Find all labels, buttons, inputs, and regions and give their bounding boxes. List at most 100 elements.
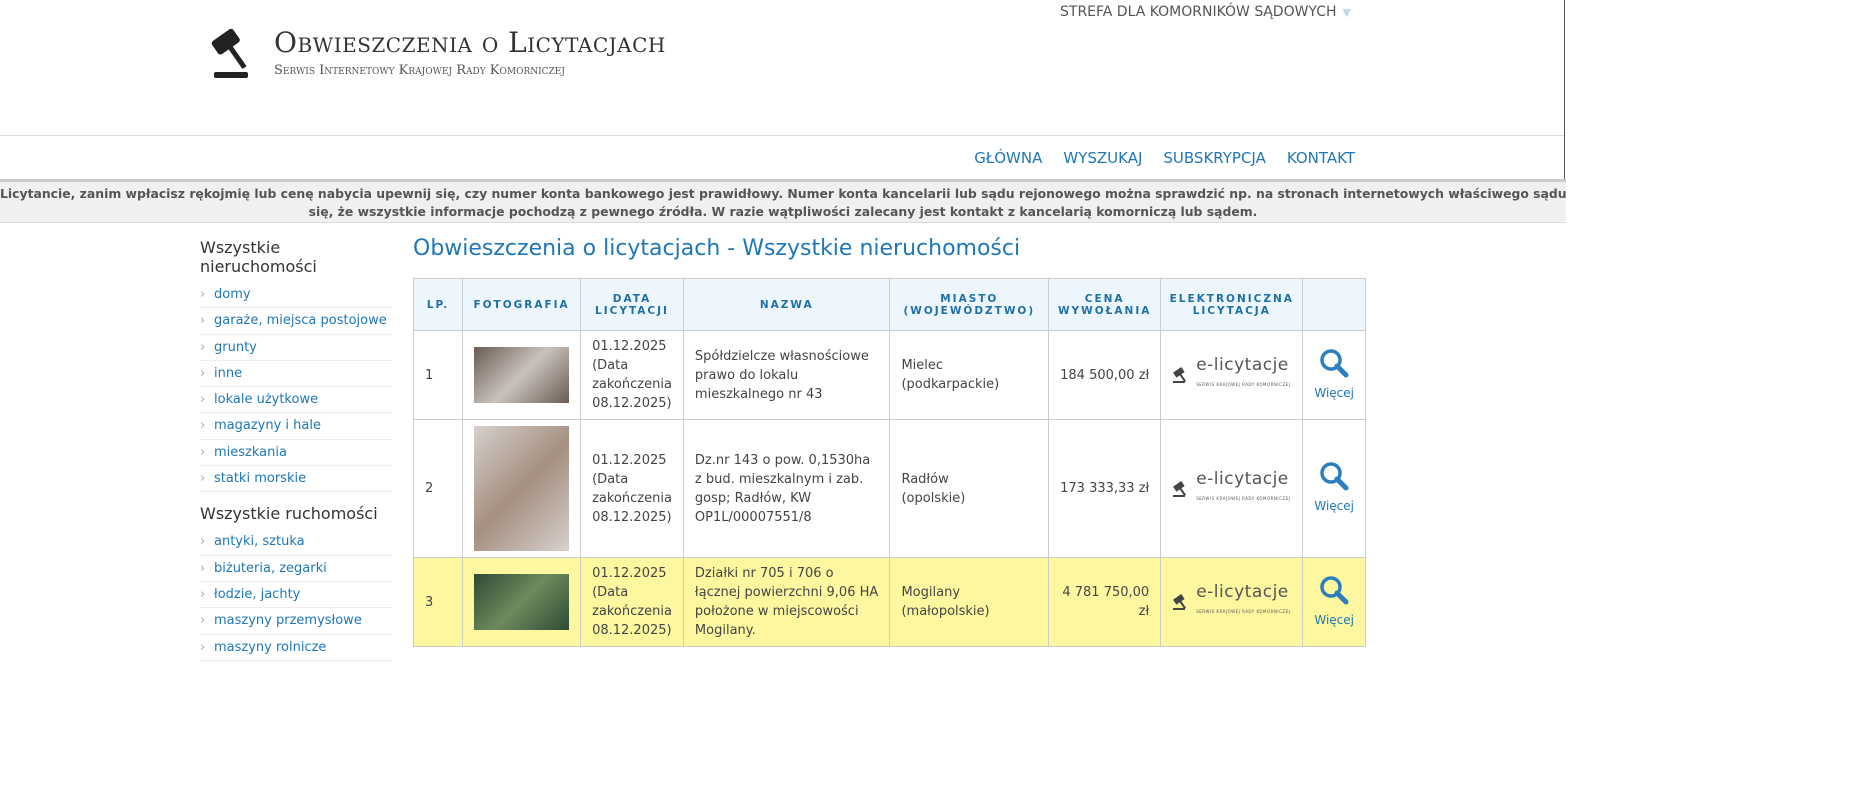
more-cell[interactable]: Więcej (1302, 557, 1366, 647)
photo-cell (462, 557, 582, 647)
sidebar-item[interactable]: łodzie, jachty (200, 582, 392, 609)
property-photo[interactable] (474, 347, 570, 403)
column-header: FOTOGRAFIA (462, 278, 582, 331)
price-cell: 4 781 750,00 zł (1048, 557, 1162, 647)
elicytacje-sub: SERWIS KRAJOWEJ RADY KOMORNICZEJ (1196, 609, 1291, 614)
column-header: CENA WYWOŁANIA (1048, 278, 1162, 331)
sidebar-item[interactable]: grunty (200, 335, 392, 361)
elicytacje-logo[interactable]: e-licytacje SERWIS KRAJOWEJ RADY KOMORNIC… (1172, 583, 1291, 621)
elicytacje-cell[interactable]: e-licytacje SERWIS KRAJOWEJ RADY KOMORNIC… (1160, 330, 1304, 420)
sidebar-item[interactable]: garaże, miejsca postojowe (200, 308, 392, 335)
main-nav: GŁÓWNA WYSZUKAJ SUBSKRYPCJA KONTAKT (974, 149, 1355, 167)
more-link[interactable]: Więcej (1314, 384, 1354, 403)
name-cell[interactable]: Dz.nr 143 o pow. 0,1530ha z bud. mieszka… (682, 419, 891, 558)
elicytacje-sub: SERWIS KRAJOWEJ RADY KOMORNICZEJ (1196, 382, 1291, 387)
column-header: MIASTO (WOJEWÓDZTWO) (889, 278, 1050, 331)
gavel-icon (211, 28, 248, 78)
bailiff-zone-menu[interactable]: STREFA DLA KOMORNIKÓW SĄDOWYCH ▼ (1060, 4, 1351, 20)
magnifier-icon (1320, 348, 1349, 377)
column-header (1302, 278, 1366, 331)
sidebar-item[interactable]: maszyny rolnicze (200, 635, 392, 661)
gavel-icon (1173, 367, 1187, 383)
region: (podkarpackie) (901, 377, 1000, 392)
property-photo[interactable] (474, 426, 570, 551)
auction-end-date: (Data zakończenia 08.12.2025) (592, 585, 672, 638)
photo-cell (462, 330, 582, 420)
magnifier-icon (1320, 575, 1349, 604)
warning-banner: Licytancie, zanim wpłacisz rękojmię lub … (0, 179, 1566, 223)
date-cell: 01.12.2025 (Data zakończenia 08.12.2025) (580, 330, 684, 420)
property-photo[interactable] (474, 574, 570, 630)
name-cell[interactable]: Działki nr 705 i 706 o łącznej powierzch… (682, 557, 891, 647)
region: (opolskie) (901, 490, 966, 506)
sidebar-item[interactable]: mieszkania (200, 440, 392, 467)
city: Mogilany (901, 585, 961, 600)
sidebar: Wszystkie nieruchomości domygaraże, miejs… (200, 238, 392, 673)
region: (małopolskie) (901, 604, 990, 619)
elicytacje-name: e-licytacje (1196, 582, 1289, 602)
site-logo[interactable]: Obwieszczenia o Licytacjach Serwis Inter… (210, 24, 666, 80)
name-cell[interactable]: Spółdzielcze własnościowe prawo do lokal… (682, 330, 891, 420)
more-cell[interactable]: Więcej (1302, 419, 1366, 558)
elicytacje-sub: SERWIS KRAJOWEJ RADY KOMORNICZEJ (1196, 495, 1291, 501)
sidebar-item[interactable]: biżuteria, zegarki (200, 556, 392, 582)
lp-cell: 1 (412, 330, 464, 420)
sidebar-item[interactable]: antyki, sztuka (200, 529, 392, 556)
lp-cell: 2 (412, 419, 464, 558)
elicytacje-name: e-licytacje (1196, 468, 1289, 489)
main-content: Obwieszczenia o licytacjach - Wszystkie … (412, 236, 1366, 647)
city: Radłów (901, 471, 949, 487)
column-header: LP. (412, 278, 464, 331)
date-cell: 01.12.2025 (Data zakończenia 08.12.2025) (580, 419, 684, 558)
sidebar-item[interactable]: maszyny przemysłowe (200, 608, 392, 635)
column-header: NAZWA (682, 278, 891, 331)
column-header: ELEKTRONICZNA LICYTACJA (1160, 278, 1304, 331)
auction-date: 01.12.2025 (592, 452, 667, 468)
sidebar-item[interactable]: domy (200, 282, 392, 309)
more-link[interactable]: Więcej (1314, 497, 1354, 516)
elicytacje-logo[interactable]: e-licytacje SERWIS KRAJOWEJ RADY KOMORNIC… (1172, 468, 1291, 508)
page-title: Obwieszczenia o licytacjach - Wszystkie … (413, 236, 1021, 261)
site-subtitle: Serwis Internetowy Krajowej Rady Komorni… (274, 63, 565, 78)
table-row: 3 01.12.2025 (Data zakończenia 08.12.2025)… (412, 557, 1366, 647)
city-cell: Mogilany (małopolskie) (889, 557, 1050, 647)
price-cell: 184 500,00 zł (1048, 330, 1162, 420)
elicytacje-cell[interactable]: e-licytacje SERWIS KRAJOWEJ RADY KOMORNIC… (1160, 419, 1304, 558)
elicytacje-name: e-licytacje (1196, 355, 1289, 375)
gavel-icon (1173, 594, 1187, 610)
nav-glowna[interactable]: GŁÓWNA (974, 149, 1042, 167)
table-row: 2 01.12.2025 (Data zakończenia 08.12.2025)… (412, 419, 1366, 558)
column-header: DATA LICYTACJI (580, 278, 684, 331)
photo-cell (462, 419, 582, 558)
bailiff-zone-label: STREFA DLA KOMORNIKÓW SĄDOWYCH (1060, 4, 1337, 20)
sidebar-item[interactable]: lokale użytkowe (200, 387, 392, 414)
auction-date: 01.12.2025 (592, 339, 667, 354)
nav-wyszukaj[interactable]: WYSZUKAJ (1063, 149, 1142, 167)
table-row: 1 01.12.2025 (Data zakończenia 08.12.2025)… (412, 330, 1366, 420)
sidebar-item[interactable]: statki morskie (200, 466, 392, 493)
more-cell[interactable]: Więcej (1302, 330, 1366, 420)
sidebar-item[interactable]: magazyny i hale (200, 413, 392, 440)
lp-cell: 3 (412, 557, 464, 647)
sidebar-group-title: Wszystkie nieruchomości (200, 238, 317, 276)
nav-subskrypcja[interactable]: SUBSKRYPCJA (1163, 149, 1265, 167)
divider (0, 135, 1564, 136)
sidebar-list: domygaraże, miejsca postojowegruntyinnel… (200, 282, 392, 493)
scrollbar-line (1564, 0, 1565, 200)
sidebar-item[interactable]: inne (200, 361, 392, 388)
auction-end-date: (Data zakończenia 08.12.2025) (592, 471, 672, 525)
sidebar-group-title: Wszystkie ruchomości (200, 504, 378, 524)
magnifier-icon (1320, 462, 1349, 491)
city-cell: Radłów (opolskie) (889, 419, 1050, 558)
auction-date: 01.12.2025 (592, 566, 667, 581)
site-title: Obwieszczenia o Licytacjach (274, 26, 666, 59)
warning-line-2: się, że wszystkie informacje pochodzą z … (308, 204, 1258, 219)
nav-kontakt[interactable]: KONTAKT (1287, 149, 1355, 167)
auction-end-date: (Data zakończenia 08.12.2025) (592, 358, 672, 411)
elicytacje-cell[interactable]: e-licytacje SERWIS KRAJOWEJ RADY KOMORNIC… (1160, 557, 1304, 647)
warning-line-1: Licytancie, zanim wpłacisz rękojmię lub … (0, 186, 1566, 201)
more-link[interactable]: Więcej (1314, 611, 1354, 630)
elicytacje-logo[interactable]: e-licytacje SERWIS KRAJOWEJ RADY KOMORNIC… (1172, 356, 1291, 394)
date-cell: 01.12.2025 (Data zakończenia 08.12.2025) (580, 557, 684, 647)
auctions-table: LP. FOTOGRAFIA DATA LICYTACJI NAZWA MIASTO (… (412, 278, 1366, 647)
